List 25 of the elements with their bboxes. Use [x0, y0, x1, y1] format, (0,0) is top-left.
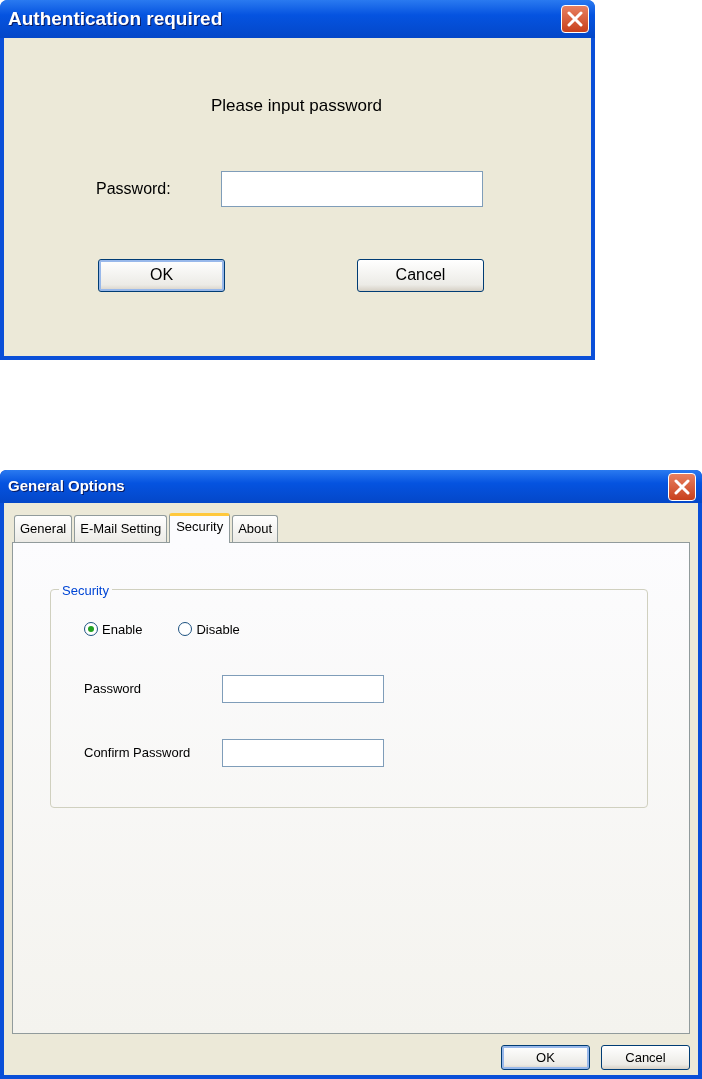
tab[interactable]: E-Mail Setting: [74, 515, 168, 542]
password-field[interactable]: [222, 675, 384, 703]
radio-label: Disable: [196, 620, 240, 639]
field-label: Password:: [96, 178, 172, 199]
field-label: Confirm Password: [84, 744, 192, 763]
radio-option[interactable]: Disable: [178, 619, 240, 639]
dialog-button[interactable]: OK: [98, 258, 225, 292]
radio-label: Enable: [102, 620, 143, 639]
close-button[interactable]: [561, 5, 589, 33]
password-field[interactable]: [222, 739, 384, 767]
tab[interactable]: About: [232, 515, 279, 542]
dialog-button[interactable]: OK: [501, 1045, 590, 1070]
prompt-text: Please input password: [209, 95, 383, 117]
window-title: Authentication required: [8, 6, 223, 31]
field-label: Password: [84, 680, 143, 699]
window-title: General Options: [8, 476, 125, 497]
dialog-button[interactable]: Cancel: [357, 258, 484, 292]
password-field[interactable]: [221, 170, 483, 207]
close-button[interactable]: [668, 472, 696, 501]
close-icon: [567, 11, 583, 27]
tab[interactable]: General: [14, 515, 73, 542]
tab[interactable]: Security: [169, 513, 231, 543]
dialog-button[interactable]: Cancel: [601, 1045, 690, 1070]
close-icon: [674, 478, 690, 495]
radio-option[interactable]: Enable: [84, 619, 143, 639]
